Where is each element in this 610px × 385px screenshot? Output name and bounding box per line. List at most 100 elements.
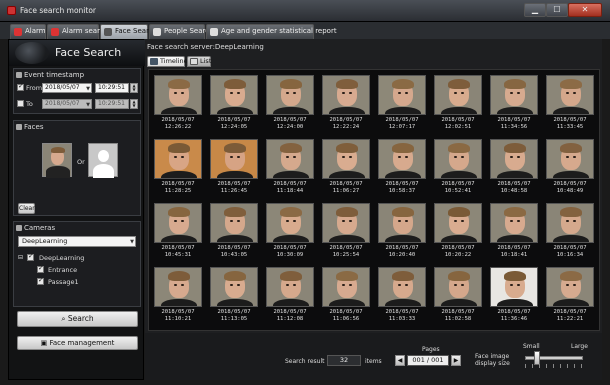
clear-button[interactable]: Clear: [18, 203, 35, 214]
face-result-item[interactable]: 2018/05/07 11:33:45: [542, 71, 598, 133]
face-result-item[interactable]: 2018/05/07 10:16:34: [542, 199, 598, 261]
tree-collapse-icon[interactable]: ⊟: [18, 254, 23, 261]
face-result-item[interactable]: 2018/05/07 10:48:58: [486, 135, 542, 197]
tab-timeline[interactable]: Timeline: [147, 56, 188, 67]
face-thumbnail[interactable]: [322, 203, 370, 243]
search-button[interactable]: ⌕ Search: [17, 311, 138, 327]
face-result-item[interactable]: 2018/05/07 11:06:56: [318, 263, 374, 325]
tree-item-entrance[interactable]: Entrance: [48, 266, 77, 274]
face-management-button[interactable]: ▣ Face management: [17, 336, 138, 350]
face-thumbnail[interactable]: [210, 75, 258, 115]
face-thumbnail[interactable]: [210, 203, 258, 243]
tab-face-search[interactable]: Face Search: [100, 24, 157, 39]
face-result-item[interactable]: 2018/05/07 12:24:00: [262, 71, 318, 133]
face-result-item[interactable]: 2018/05/07 11:36:46: [486, 263, 542, 325]
face-result-item[interactable]: 2018/05/07 10:20:40: [374, 199, 430, 261]
face-result-item[interactable]: 2018/05/07 10:48:49: [542, 135, 598, 197]
face-result-item[interactable]: 2018/05/07 11:12:08: [262, 263, 318, 325]
from-time-spinner[interactable]: ▲ ▼: [130, 83, 138, 93]
to-checkbox[interactable]: [17, 100, 24, 107]
to-time-spinner[interactable]: ▲ ▼: [130, 99, 138, 109]
face-thumbnail[interactable]: [322, 75, 370, 115]
face-result-item[interactable]: 2018/05/07 10:45:31: [150, 199, 206, 261]
face-result-item[interactable]: 2018/05/07 12:07:17: [374, 71, 430, 133]
face-thumbnail[interactable]: [546, 139, 594, 179]
face-thumbnail[interactable]: [434, 267, 482, 307]
face-result-item[interactable]: 2018/05/07 10:58:37: [374, 135, 430, 197]
face-thumbnail[interactable]: [210, 267, 258, 307]
face-thumbnail[interactable]: [490, 203, 538, 243]
face-thumbnail[interactable]: [546, 267, 594, 307]
face-thumbnail[interactable]: [378, 139, 426, 179]
query-face-image[interactable]: [42, 143, 72, 178]
face-thumbnail[interactable]: [490, 139, 538, 179]
face-thumbnail[interactable]: [546, 75, 594, 115]
face-thumbnail[interactable]: [266, 203, 314, 243]
tab-people-search[interactable]: People Search: [149, 24, 214, 39]
face-thumbnail[interactable]: [154, 203, 202, 243]
face-thumbnail[interactable]: [490, 267, 538, 307]
face-result-item[interactable]: 2018/05/07 12:26:22: [150, 71, 206, 133]
face-result-item[interactable]: 2018/05/07 11:26:45: [206, 135, 262, 197]
from-checkbox[interactable]: [17, 82, 24, 91]
to-time-field[interactable]: 10:29:51: [95, 99, 129, 109]
face-result-item[interactable]: 2018/05/07 12:22:24: [318, 71, 374, 133]
prev-page-button[interactable]: ◀: [395, 355, 405, 366]
face-result-item[interactable]: 2018/05/07 12:24:05: [206, 71, 262, 133]
maximize-button[interactable]: ☐: [546, 3, 568, 17]
face-result-item[interactable]: 2018/05/07 11:06:27: [318, 135, 374, 197]
hair-shape: [560, 79, 582, 89]
face-result-item[interactable]: 2018/05/07 11:18:44: [262, 135, 318, 197]
tab-list[interactable]: List: [187, 56, 211, 67]
face-result-item[interactable]: 2018/05/07 11:13:05: [206, 263, 262, 325]
face-thumbnail[interactable]: [434, 75, 482, 115]
face-thumbnail[interactable]: [210, 139, 258, 179]
tab-age-gender-report[interactable]: Age and gender statistical report: [206, 24, 337, 39]
face-thumbnail[interactable]: [266, 139, 314, 179]
from-date-field[interactable]: 2018/05/07 ▼: [42, 83, 92, 93]
next-page-button[interactable]: ▶: [451, 355, 461, 366]
face-thumbnail[interactable]: [434, 203, 482, 243]
face-thumbnail[interactable]: [378, 267, 426, 307]
face-result-item[interactable]: 2018/05/07 10:52:41: [430, 135, 486, 197]
face-result-item[interactable]: 2018/05/07 11:34:56: [486, 71, 542, 133]
face-thumbnail[interactable]: [434, 139, 482, 179]
close-button[interactable]: ✕: [568, 3, 602, 17]
tree-checkbox[interactable]: [37, 264, 44, 273]
tree-checkbox[interactable]: [37, 276, 44, 285]
face-result-item[interactable]: 2018/05/07 11:22:21: [542, 263, 598, 325]
face-result-item[interactable]: 2018/05/07 10:25:54: [318, 199, 374, 261]
face-result-item[interactable]: 2018/05/07 10:43:05: [206, 199, 262, 261]
camera-server-select[interactable]: DeepLearning ▼: [18, 236, 136, 247]
from-time-field[interactable]: 10:29:51: [95, 83, 129, 93]
tree-item-deeplearning[interactable]: DeepLearning: [39, 254, 84, 262]
size-slider-track[interactable]: [525, 351, 583, 365]
face-thumbnail[interactable]: [378, 203, 426, 243]
face-thumbnail[interactable]: [154, 139, 202, 179]
face-result-item[interactable]: 2018/05/07 10:18:41: [486, 199, 542, 261]
face-result-item[interactable]: 2018/05/07 11:02:58: [430, 263, 486, 325]
face-result-item[interactable]: 2018/05/07 12:02:51: [430, 71, 486, 133]
size-slider-thumb[interactable]: [533, 351, 540, 365]
tab-alarm-search[interactable]: Alarm search: [47, 24, 108, 39]
face-thumbnail[interactable]: [322, 139, 370, 179]
minimize-button[interactable]: ▁: [524, 3, 546, 17]
tree-checkbox[interactable]: [27, 252, 34, 261]
face-result-item[interactable]: 2018/05/07 10:30:09: [262, 199, 318, 261]
face-thumbnail[interactable]: [266, 267, 314, 307]
tab-alarm[interactable]: Alarm: [10, 24, 46, 39]
face-result-item[interactable]: 2018/05/07 10:20:22: [430, 199, 486, 261]
face-result-item[interactable]: 2018/05/07 11:28:25: [150, 135, 206, 197]
face-result-item[interactable]: 2018/05/07 11:03:33: [374, 263, 430, 325]
face-thumbnail[interactable]: [266, 75, 314, 115]
face-thumbnail[interactable]: [322, 267, 370, 307]
face-result-item[interactable]: 2018/05/07 11:10:21: [150, 263, 206, 325]
face-thumbnail[interactable]: [490, 75, 538, 115]
face-thumbnail[interactable]: [154, 267, 202, 307]
face-thumbnail[interactable]: [546, 203, 594, 243]
tree-item-passage1[interactable]: Passage1: [48, 278, 79, 286]
face-thumbnail[interactable]: [154, 75, 202, 115]
empty-face-slot[interactable]: [88, 143, 118, 178]
face-thumbnail[interactable]: [378, 75, 426, 115]
to-date-field[interactable]: 2018/05/07 ▼: [42, 99, 92, 109]
